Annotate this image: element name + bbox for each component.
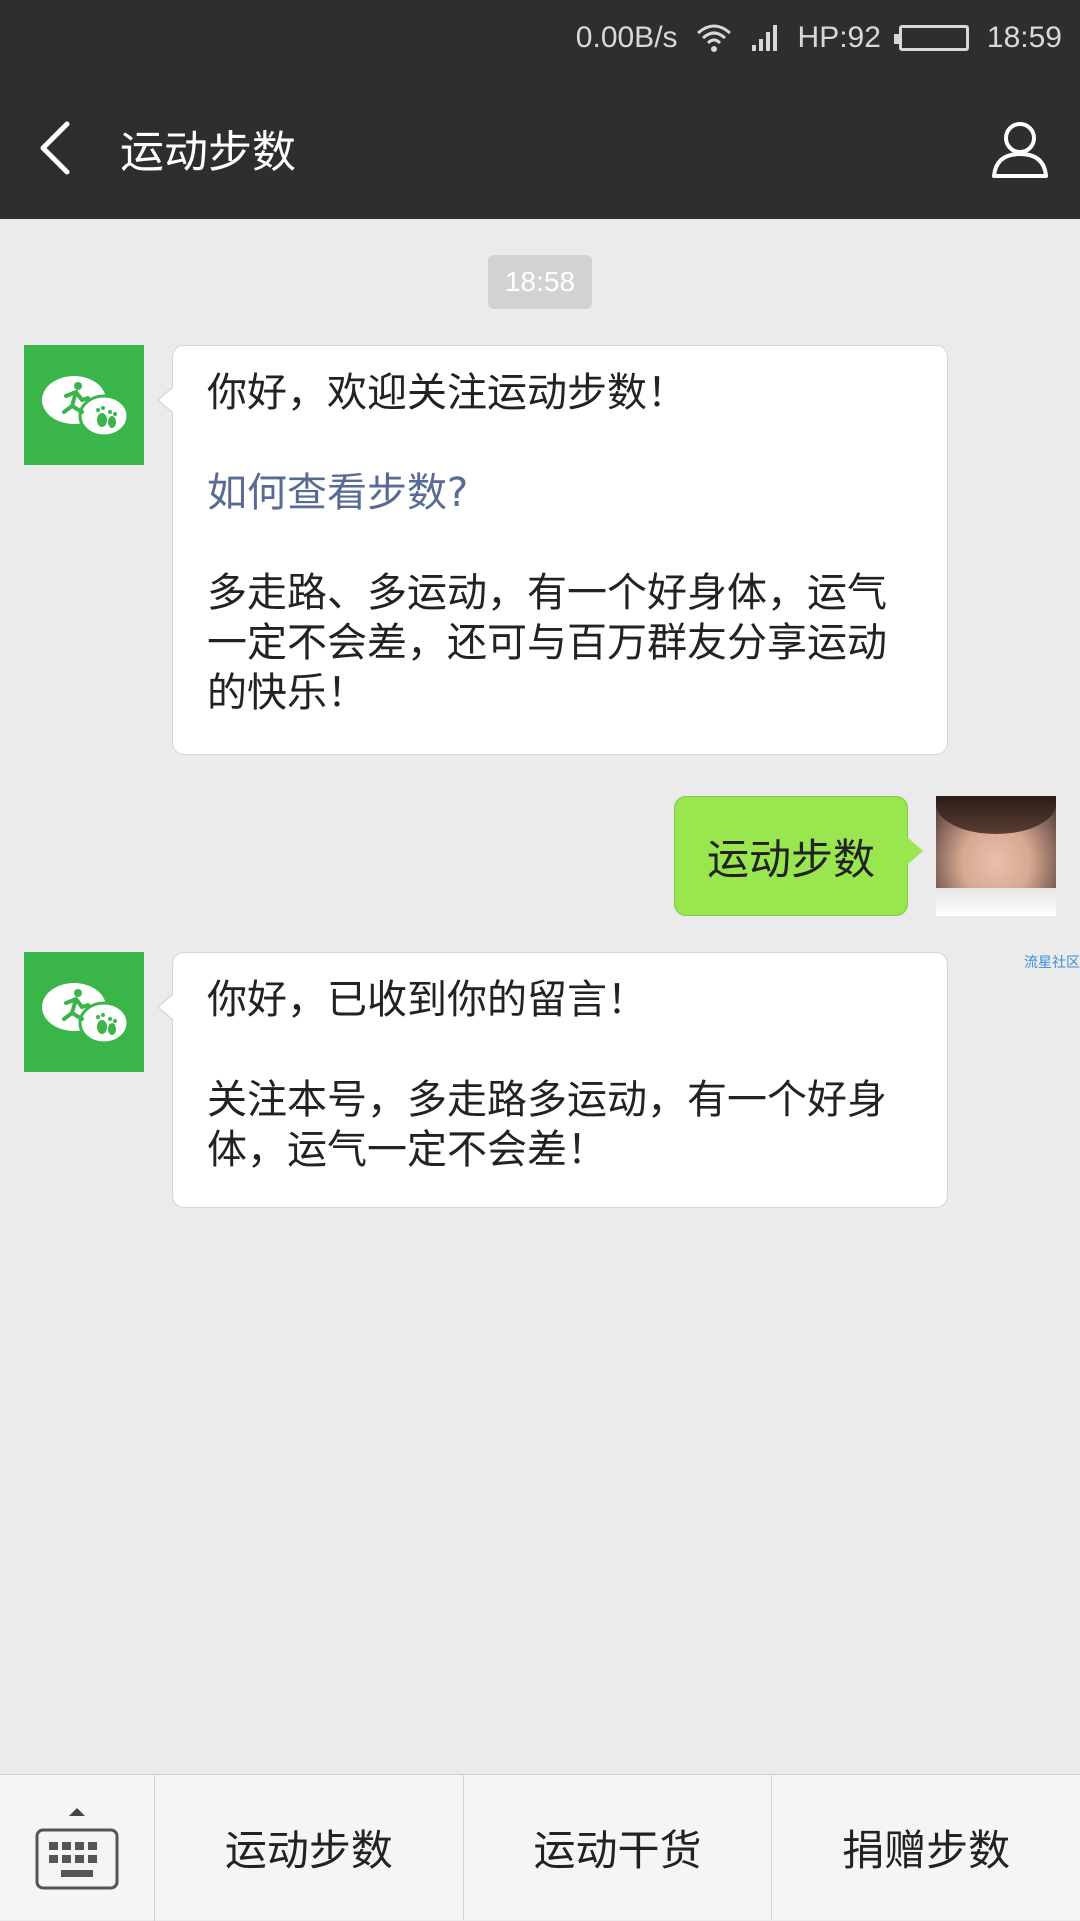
message-bubble-bot[interactable]: 你好，欢迎关注运动步数！ 如何查看步数? 多走路、多运动，有一个好身体，运气一定… [157, 345, 948, 755]
message-bubble-bot[interactable]: 你好，已收到你的留言！ 关注本号，多走路多运动，有一个好身体，运气一定不会差！ [157, 952, 948, 1208]
keyboard-icon [35, 1808, 119, 1890]
page-title: 运动步数 [120, 126, 296, 178]
back-button[interactable] [0, 76, 110, 219]
clock: 18:59 [986, 21, 1062, 54]
running-logo-icon [42, 983, 130, 1045]
message-text: 你好，欢迎关注运动步数！ [207, 370, 687, 416]
user-avatar[interactable] [936, 796, 1056, 916]
message-text: 关注本号，多走路多运动，有一个好身体，运气一定不会差！ [207, 1077, 887, 1173]
chevron-left-icon [40, 121, 70, 174]
person-icon [992, 121, 1048, 178]
message-text: 运动步数 [706, 834, 875, 884]
profile-button[interactable] [960, 76, 1080, 219]
bot-avatar[interactable] [24, 952, 144, 1072]
carrier-label: HP:92 [797, 21, 881, 54]
message-text: 多走路、多运动，有一个好身体，运气一定不会差，还可与百万群友分享运动的快乐！ [207, 570, 887, 716]
watermark: 流星社区 [1024, 955, 1080, 971]
bottom-menu: 运动步数 运动干货 捐赠步数 [0, 1774, 1080, 1921]
bot-avatar[interactable] [24, 345, 144, 465]
network-speed: 0.00B/s [575, 21, 678, 54]
message-text: 你好，已收到你的留言！ [207, 977, 647, 1023]
battery-icon [893, 25, 969, 51]
how-to-view-steps-link[interactable]: 如何查看步数? [207, 468, 915, 518]
signal-icon [750, 23, 780, 53]
message-bubble-user[interactable]: 运动步数 [674, 796, 923, 916]
chat-area[interactable]: 18:58 你好，欢迎关注运动步数！ 如何查看步数? 多走路、多运动，有一个好身… [0, 219, 1080, 1774]
wifi-icon [696, 23, 732, 53]
status-bar: 0.00B/s HP:92 18:59 [0, 0, 1080, 76]
running-logo-icon [42, 376, 130, 438]
menu-step-count[interactable]: 运动步数 [155, 1775, 464, 1920]
menu-donate-steps[interactable]: 捐赠步数 [772, 1775, 1080, 1920]
nav-bar: 运动步数 [0, 76, 1080, 219]
keyboard-toggle-button[interactable] [0, 1775, 155, 1921]
menu-exercise-tips[interactable]: 运动干货 [464, 1775, 773, 1920]
message-timestamp: 18:58 [488, 255, 592, 309]
